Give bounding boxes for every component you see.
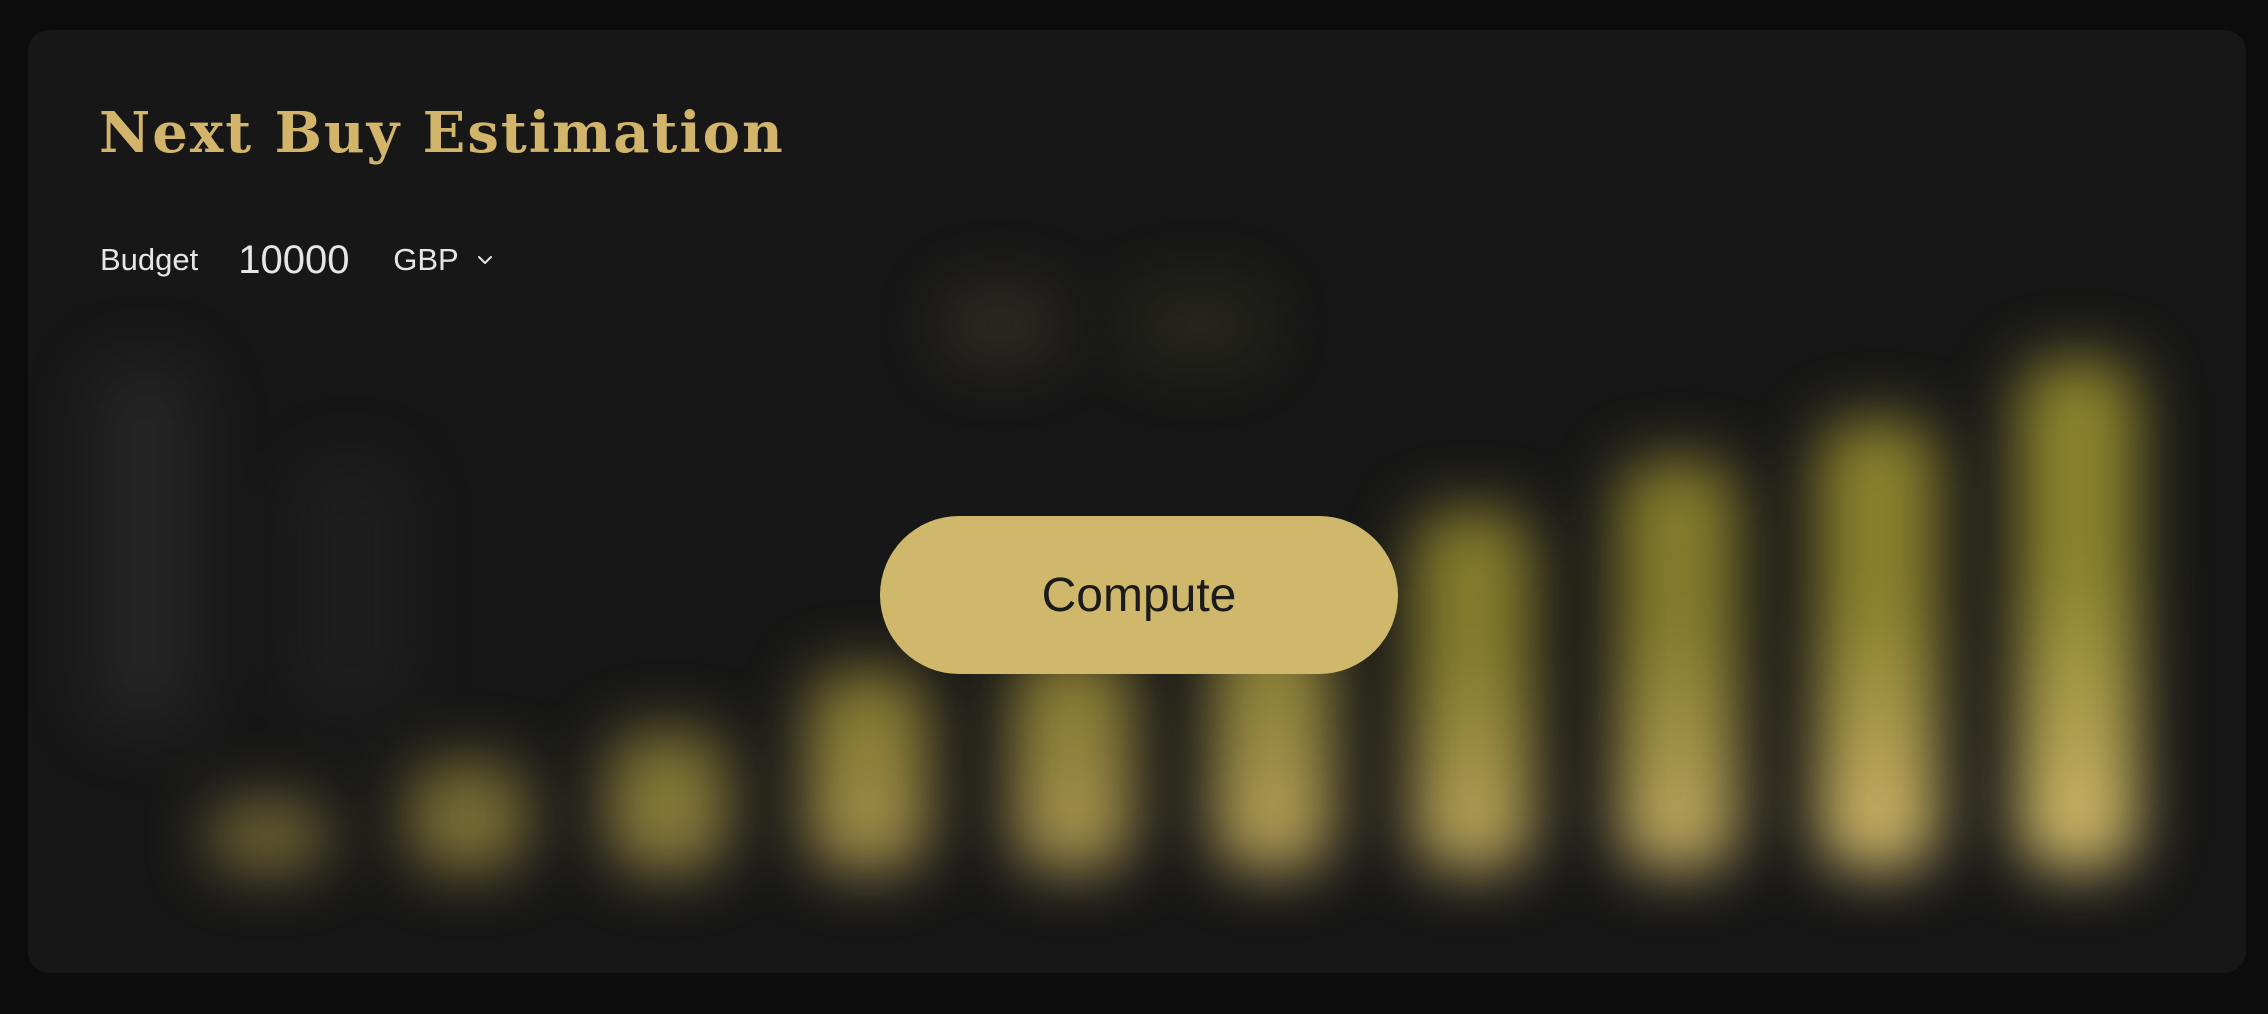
budget-label: Budget [100, 242, 199, 277]
chevron-down-icon [475, 250, 495, 270]
background-bar [1413, 510, 1533, 870]
background-blob [940, 285, 1060, 365]
background-bar [2018, 360, 2138, 870]
estimation-card: Next Buy Estimation Budget GBP Compute [28, 30, 2246, 973]
blurred-chart-background [28, 30, 2246, 973]
page-title: Next Buy Estimation [99, 100, 785, 166]
background-blob [1128, 285, 1268, 365]
currency-value: GBP [393, 242, 459, 277]
background-bar [808, 670, 928, 870]
compute-button[interactable]: Compute [880, 516, 1398, 674]
background-bar [1013, 650, 1133, 870]
budget-row: Budget GBP [100, 230, 495, 290]
background-bar [1818, 420, 1938, 870]
background-ghost-bar [296, 460, 406, 710]
background-ghost-bar [90, 360, 200, 730]
background-bar [208, 800, 328, 870]
background-bar [408, 760, 528, 870]
background-bar [1618, 460, 1738, 870]
budget-input[interactable] [238, 237, 369, 283]
currency-select[interactable]: GBP [393, 242, 494, 278]
background-bar [608, 730, 728, 870]
